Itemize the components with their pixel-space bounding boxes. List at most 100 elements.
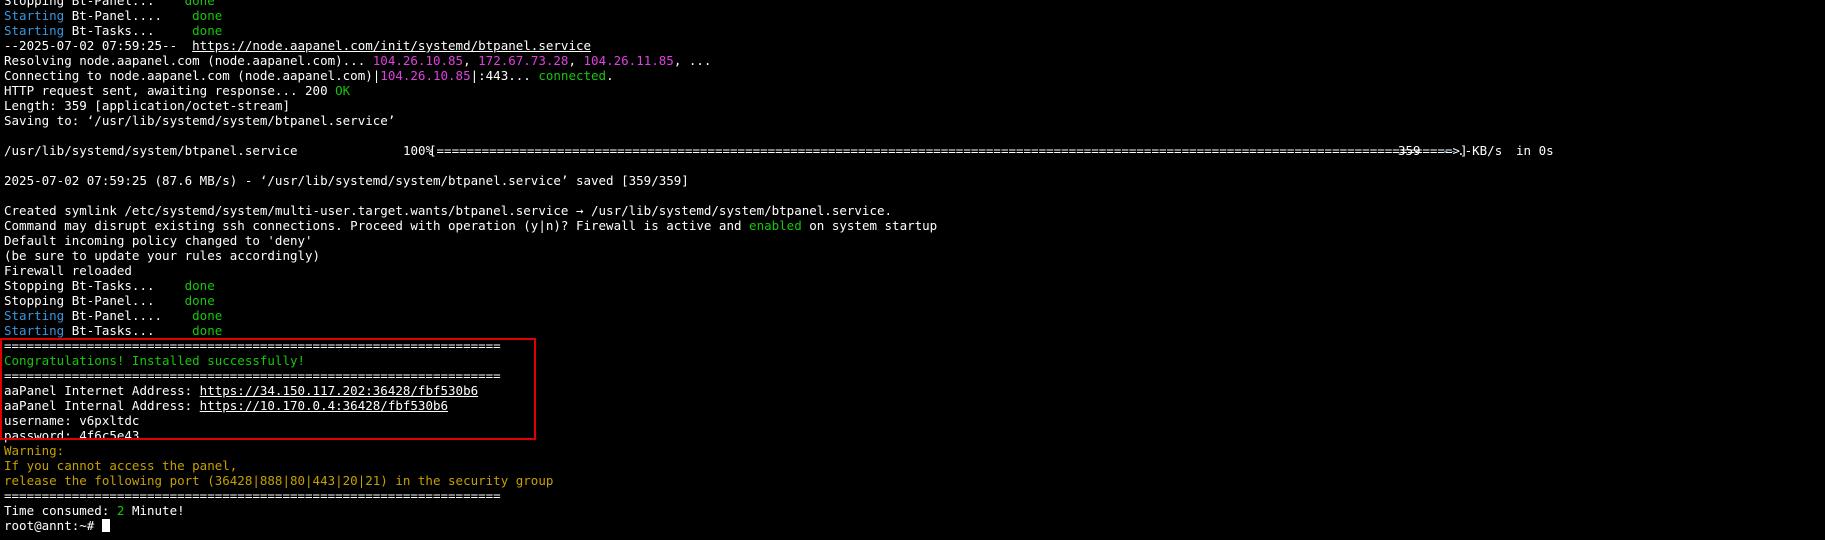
progress-filename: /usr/lib/systemd/system/btpanel.service (4, 143, 298, 158)
terminal-text: Starting (4, 308, 65, 323)
terminal-text: Bt-Tasks... (64, 323, 193, 338)
terminal-text: done (184, 0, 215, 8)
url-link[interactable]: https://node.aapanel.com/init/systemd/bt… (192, 38, 591, 53)
progress-bar: [=======================================… (429, 143, 1468, 158)
terminal-text: Saving to: ‘/usr/lib/systemd/system/btpa… (4, 113, 396, 128)
terminal-text: Starting (4, 323, 65, 338)
terminal-line: --2025-07-02 07:59:25-- https://node.aap… (4, 38, 1822, 53)
terminal-line: password: 4f6c5e43 (4, 428, 1822, 443)
terminal-line: ========================================… (4, 488, 1822, 503)
progress-rate-value: .-KB/s (1457, 143, 1503, 158)
terminal-line: Default incoming policy changed to 'deny… (4, 233, 1822, 248)
terminal-text: aaPanel Internet Address: (4, 383, 200, 398)
terminal-text: Created symlink /etc/systemd/system/mult… (4, 203, 893, 218)
terminal-line: aaPanel Internet Address: https://34.150… (4, 383, 1822, 398)
terminal-cursor[interactable] (101, 519, 110, 532)
terminal-text: Starting (4, 23, 65, 38)
terminal-text: Bt-Panel.... (64, 308, 193, 323)
terminal-text: username: v6pxltdc (4, 413, 140, 428)
terminal-text: |:443... (470, 68, 539, 83)
terminal-line: Length: 359 [application/octet-stream] (4, 98, 1822, 113)
terminal-text: root@annt:~# (4, 518, 102, 533)
download-progress-line: /usr/lib/systemd/system/btpanel.service 1… (4, 143, 1822, 158)
terminal-text: Command may disrupt existing ssh connect… (4, 218, 750, 233)
terminal-text: ========================================… (4, 488, 501, 503)
terminal-line: username: v6pxltdc (4, 413, 1822, 428)
terminal-text: Minute! (124, 503, 185, 518)
terminal-output[interactable]: Stopping Bt-Panel... done Starting Bt-Pan… (4, 0, 1822, 533)
terminal-text: , (568, 53, 584, 68)
terminal-text: password: 4f6c5e43 (4, 428, 140, 443)
terminal-text: (be sure to update your rules accordingl… (4, 248, 321, 263)
terminal-line: Command may disrupt existing ssh connect… (4, 218, 1822, 233)
progress-rate: --.-KB/s (1442, 143, 1502, 158)
terminal-line: Starting Bt-Tasks... done (4, 323, 1822, 338)
terminal-line: Stopping Bt-Tasks... done (4, 278, 1822, 293)
terminal-line: (be sure to update your rules accordingl… (4, 248, 1822, 263)
terminal-text: done (184, 278, 215, 293)
terminal-text: enabled (749, 218, 802, 233)
progress-eta: in 0s (1516, 143, 1554, 158)
terminal-line: 2025-07-02 07:59:25 (87.6 MB/s) - ‘/usr/… (4, 173, 1822, 188)
terminal-text: Bt-Tasks... (64, 23, 193, 38)
terminal-line: Stopping Bt-Panel... done (4, 293, 1822, 308)
terminal-text: done (184, 293, 215, 308)
terminal-text: done (192, 23, 223, 38)
terminal-text: , ... (673, 53, 712, 68)
terminal-text: on system startup (801, 218, 938, 233)
terminal-text: Starting (4, 8, 65, 23)
url-link[interactable]: https://34.150.117.202:36428/fbf530b6 (200, 383, 478, 398)
terminal-text: , (463, 53, 479, 68)
terminal-line: Starting Bt-Panel.... done (4, 8, 1822, 23)
terminal-text: Connecting to node.aapanel.com (node.aap… (4, 68, 381, 83)
url-link[interactable]: https://10.170.0.4:36428/fbf530b6 (200, 398, 448, 413)
terminal-text: Stopping Bt-Panel... (4, 0, 185, 8)
terminal-text: If you cannot access the panel, (4, 458, 238, 473)
terminal-line: Starting Bt-Panel.... done (4, 308, 1822, 323)
terminal-line: Created symlink /etc/systemd/system/mult… (4, 203, 1822, 218)
terminal-text: Congratulations! Installed successfully! (4, 353, 306, 368)
terminal-line: HTTP request sent, awaiting response... … (4, 83, 1822, 98)
terminal-text: done (192, 308, 223, 323)
terminal-text: HTTP request sent, awaiting response... … (4, 83, 336, 98)
terminal-text: Bt-Panel.... (64, 8, 193, 23)
terminal-line: Congratulations! Installed successfully! (4, 353, 1822, 368)
progress-rate-prefix: -- (1442, 143, 1458, 158)
terminal-text: --2025-07-02 07:59:25-- (4, 38, 193, 53)
terminal-line: Saving to: ‘/usr/lib/systemd/system/btpa… (4, 113, 1822, 128)
terminal-text: ========================================… (4, 338, 501, 353)
terminal-line: Warning: (4, 443, 1822, 458)
terminal-text: Length: 359 [application/octet-stream] (4, 98, 290, 113)
terminal-line: Time consumed: 2 Minute! (4, 503, 1822, 518)
terminal-text: Stopping Bt-Panel... (4, 293, 185, 308)
terminal-text: . (606, 68, 614, 83)
terminal-text: ========================================… (4, 368, 501, 383)
terminal-text: 104.26.10.85 (372, 53, 464, 68)
terminal-text: 104.26.10.85 (380, 68, 471, 83)
terminal-line: Stopping Bt-Panel... done (4, 0, 1822, 8)
terminal-line: If you cannot access the panel, (4, 458, 1822, 473)
terminal-line: Resolving node.aapanel.com (node.aapanel… (4, 53, 1822, 68)
terminal-line: aaPanel Internal Address: https://10.170… (4, 398, 1822, 413)
terminal-text: Stopping Bt-Tasks... (4, 278, 185, 293)
terminal-line: root@annt:~# (4, 518, 1822, 533)
terminal-text: done (192, 323, 223, 338)
terminal-text: Resolving node.aapanel.com (node.aapanel… (4, 53, 373, 68)
terminal-text: 2025-07-02 07:59:25 (87.6 MB/s) - ‘/usr/… (4, 173, 689, 188)
terminal-text: Firewall reloaded (4, 263, 132, 278)
terminal-text: connected (538, 68, 607, 83)
terminal-line: Connecting to node.aapanel.com (node.aap… (4, 68, 1822, 83)
terminal-line: release the following port (36428|888|80… (4, 473, 1822, 488)
terminal-text: 172.67.73.28 (478, 53, 569, 68)
terminal-text: release the following port (36428|888|80… (4, 473, 554, 488)
terminal-text: done (192, 8, 223, 23)
terminal-text: aaPanel Internal Address: (4, 398, 200, 413)
terminal-text: OK (335, 83, 351, 98)
terminal-text: 104.26.11.85 (583, 53, 674, 68)
terminal-line: Starting Bt-Tasks... done (4, 23, 1822, 38)
terminal-line: ========================================… (4, 338, 1822, 353)
terminal-line: Firewall reloaded (4, 263, 1822, 278)
terminal-text: Warning: (4, 443, 65, 458)
